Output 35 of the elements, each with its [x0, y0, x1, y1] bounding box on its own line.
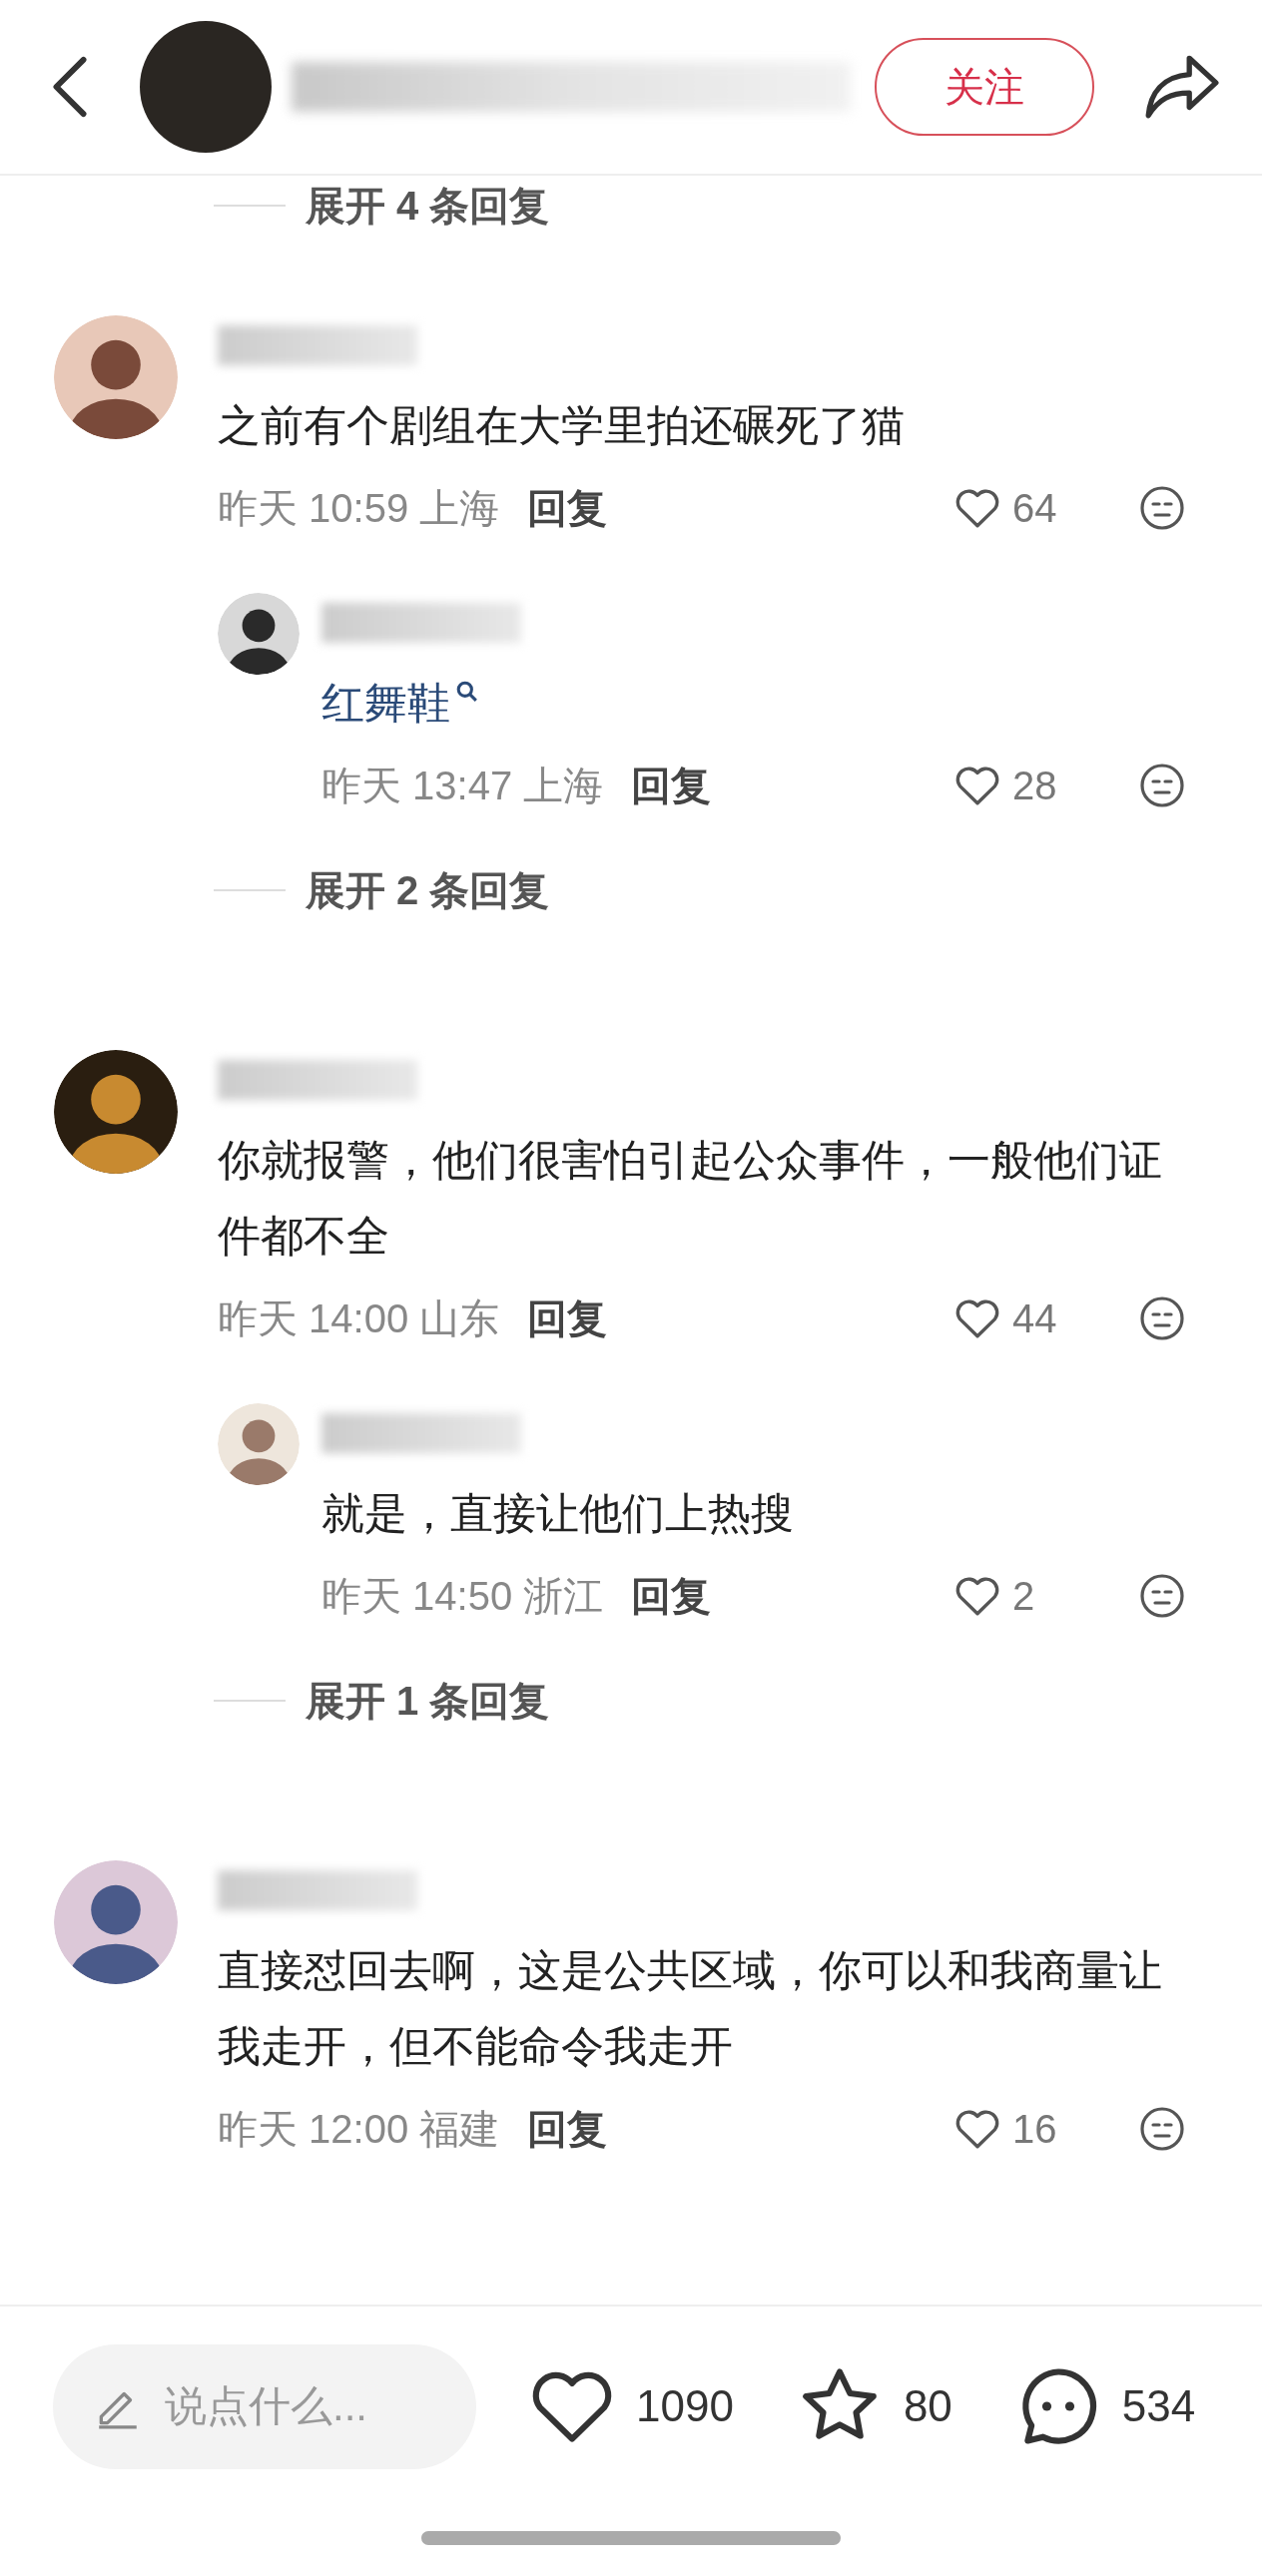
search-link[interactable]: 红舞鞋 [321, 679, 450, 727]
meh-face-icon[interactable] [1138, 1294, 1186, 1342]
like-count: 64 [1012, 485, 1058, 531]
comment-text: 你就报警，他们很害怕引起公众事件，一般他们证件都不全 [218, 1135, 1163, 1262]
like-count: 2 [1012, 1573, 1036, 1619]
meh-face-icon[interactable] [1138, 762, 1186, 809]
timestamp: 昨天 14:00 山东 [218, 1294, 500, 1342]
reply-link[interactable]: 回复 [527, 480, 608, 536]
favorite-count: 80 [903, 2381, 952, 2431]
reply-link[interactable]: 回复 [631, 758, 712, 813]
like-count: 16 [1012, 2106, 1058, 2152]
reply-link[interactable]: 回复 [527, 2101, 608, 2157]
timestamp: 昨天 12:00 福建 [218, 2105, 500, 2153]
comment-input-field[interactable]: 说点什么... [53, 2343, 476, 2469]
search-icon[interactable] [456, 680, 478, 703]
meh-face-icon[interactable] [1138, 2105, 1186, 2153]
expand-replies-link[interactable]: 展开 4 条回复 [306, 178, 550, 234]
follow-button[interactable]: 关注 [875, 38, 1094, 136]
meh-face-icon[interactable] [1138, 1572, 1186, 1620]
expand-replies-link[interactable]: 展开 2 条回复 [306, 862, 550, 918]
comment-count: 534 [1121, 2381, 1196, 2431]
timestamp: 昨天 13:47 上海 [321, 762, 604, 809]
expand-replies-link[interactable]: 展开 1 条回复 [306, 1673, 550, 1729]
like-count: 1090 [636, 2381, 734, 2431]
timestamp: 昨天 10:59 上海 [218, 484, 500, 532]
timestamp: 昨天 14:50 浙江 [321, 1572, 604, 1620]
meh-face-icon[interactable] [1138, 484, 1186, 532]
reply-link[interactable]: 回复 [631, 1568, 712, 1624]
like-count: 44 [1012, 1295, 1058, 1341]
back-icon[interactable] [50, 54, 90, 120]
comment-text: 之前有个剧组在大学里拍还碾死了猫 [218, 400, 906, 451]
comment-text: 就是，直接让他们上热搜 [321, 1488, 795, 1539]
like-count: 28 [1012, 763, 1058, 808]
reply-link[interactable]: 回复 [527, 1290, 608, 1346]
comment-text: 直接怼回去啊，这是公共区域，你可以和我商量让我走开，但不能命令我走开 [218, 1945, 1163, 2072]
